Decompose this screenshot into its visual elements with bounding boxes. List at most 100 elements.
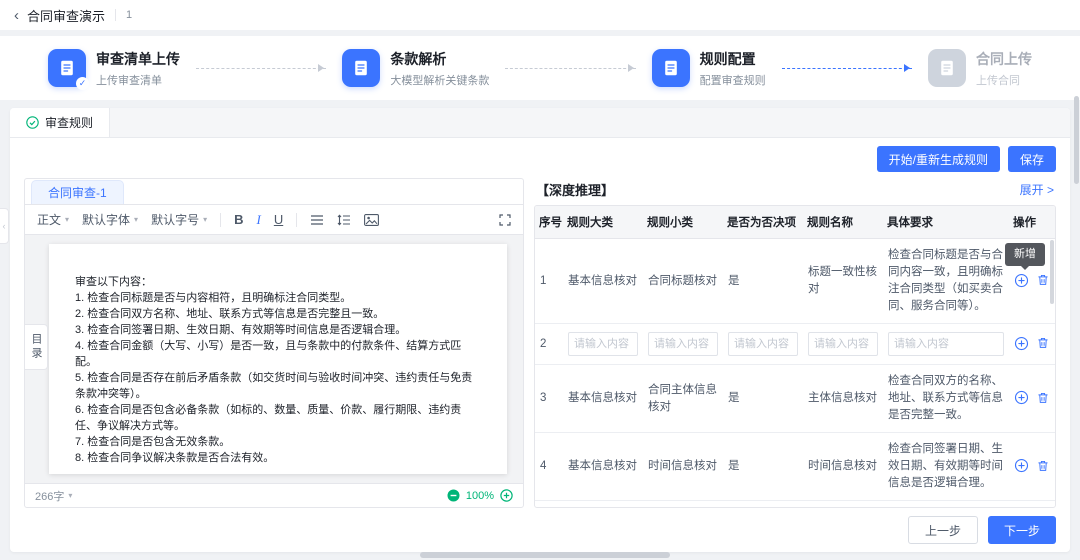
stepper: ✓审查清单上传上传审查清单条款解析大模型解析关键条款规则配置配置审查规则合同上传… (0, 36, 1080, 100)
add-rule-icon[interactable] (1014, 458, 1029, 473)
app-window: ‹ 合同审查演示 1 ✓审查清单上传上传审查清单条款解析大模型解析关键条款规则配… (0, 0, 1080, 560)
stepper-step-3[interactable]: 规则配置配置审查规则 (652, 49, 766, 88)
rule-cell: 时间信息核对 (643, 433, 723, 501)
editor-footer: 266字 ▾ 100% (25, 483, 523, 507)
add-rule-icon[interactable] (1014, 273, 1029, 288)
editor-tab-bar: 合同审查-1 (25, 179, 523, 205)
rule-cell: 条款内容审查 (563, 501, 643, 509)
delete-rule-icon[interactable] (1036, 459, 1050, 473)
rules-panel-header: 【深度推理】 展开 > (534, 178, 1056, 205)
rule-cell: 基本信息核对 (563, 433, 643, 501)
rules-col-header: 具体要求 (883, 206, 1009, 239)
previous-step-button[interactable]: 上一步 (908, 516, 978, 544)
rule-cell: 是 (723, 365, 803, 433)
stepper-step-1[interactable]: ✓审查清单上传上传审查清单 (48, 49, 180, 88)
rules-col-header: 规则大类 (563, 206, 643, 239)
table-scrollbar[interactable] (1050, 240, 1054, 304)
save-button[interactable]: 保存 (1008, 146, 1056, 172)
rule-input[interactable] (888, 332, 1004, 356)
doc-line: 1. 检查合同标题是否与内容相符，且明确标注合同类型。 (75, 290, 481, 306)
document-page[interactable]: 审查以下内容：1. 检查合同标题是否与内容相符，且明确标注合同类型。2. 检查合… (49, 244, 507, 474)
rules-col-header: 操作 (1009, 206, 1055, 239)
rule-input[interactable] (728, 332, 798, 356)
delete-rule-icon[interactable] (1036, 336, 1050, 350)
page-scrollbar-vertical[interactable] (1074, 96, 1079, 184)
step-desc: 上传审查清单 (96, 72, 180, 88)
rule-cell: 金额核对 (643, 501, 723, 509)
rule-cell: 检查合同金额（大写、小写）是否一致，且与条款中的付款条件、结 (883, 501, 1009, 509)
font-size-value: 默认字号 (151, 211, 199, 228)
rule-cell: 1 (535, 239, 563, 324)
rule-row: 3基本信息核对合同主体信息核对是主体信息核对检查合同双方的名称、地址、联系方式等… (535, 365, 1055, 433)
doc-line: 3. 检查合同签署日期、生效日期、有效期等时间信息是否逻辑合理。 (75, 322, 481, 338)
rule-cell: 4 (535, 433, 563, 501)
tab-review-rules[interactable]: 审查规则 (10, 108, 110, 137)
collapse-panel-handle[interactable]: ‹ (0, 208, 9, 244)
stepper-step-4[interactable]: 合同上传上传合同 (928, 49, 1032, 88)
editor-tab-contract-review-1[interactable]: 合同审查-1 (31, 180, 124, 204)
expand-link[interactable]: 展开 > (1020, 181, 1054, 198)
add-rule-icon[interactable] (1014, 390, 1029, 405)
generate-rules-button[interactable]: 开始/重新生成规则 (877, 146, 1000, 172)
back-icon[interactable]: ‹ (14, 8, 19, 23)
rule-cell: 新增 (1009, 239, 1055, 324)
page-title: 合同审查演示 (27, 6, 105, 25)
outline-toggle[interactable]: 目录 (25, 324, 48, 370)
rule-cell (723, 324, 803, 365)
stepper-step-2[interactable]: 条款解析大模型解析关键条款 (342, 49, 489, 88)
delete-rule-icon[interactable] (1036, 391, 1050, 405)
doc-content: 审查以下内容：1. 检查合同标题是否与内容相符，且明确标注合同类型。2. 检查合… (75, 274, 481, 466)
rules-tab-bar: 审查规则 (10, 108, 1070, 138)
fullscreen-icon[interactable] (499, 214, 511, 226)
top-bar: ‹ 合同审查演示 1 (0, 0, 1080, 30)
rule-row: 4基本信息核对时间信息核对是时间信息核对检查合同签署日期、生效日期、有效期等时间… (535, 433, 1055, 501)
step-title: 审查清单上传 (96, 49, 180, 69)
step-connector (782, 68, 912, 69)
next-step-button[interactable]: 下一步 (988, 516, 1056, 544)
doc-line: 5. 检查合同是否存在前后矛盾条款（如交货时间与验收时间冲突、违约责任与免责条款… (75, 370, 481, 402)
rule-cell (1009, 433, 1055, 501)
rule-input[interactable] (648, 332, 718, 356)
paragraph-style-select[interactable]: 正文 ▾ (37, 211, 69, 228)
zoom-level: 100% (466, 490, 494, 502)
tab-review-rules-label: 审查规则 (45, 114, 93, 131)
rules-table: 序号规则大类规则小类是否为否决项规则名称具体要求操作 1基本信息核对合同标题核对… (535, 206, 1055, 508)
rule-cell: 是 (723, 501, 803, 509)
doc-line: 8. 检查合同争议解决条款是否合法有效。 (75, 450, 481, 466)
rules-body: 1基本信息核对合同标题核对是标题一致性核对检查合同标题是否与合同内容一致，且明确… (535, 239, 1055, 509)
font-family-select[interactable]: 默认字体 ▾ (82, 211, 138, 228)
align-justify-icon[interactable] (310, 214, 324, 226)
delete-rule-icon[interactable] (1036, 273, 1050, 287)
add-rule-icon[interactable] (1014, 336, 1029, 351)
rules-col-header: 序号 (535, 206, 563, 239)
document-canvas: 目录 审查以下内容：1. 检查合同标题是否与内容相符，且明确标注合同类型。2. … (25, 235, 523, 483)
zoom-in-icon[interactable] (500, 489, 513, 502)
underline-icon[interactable]: U (274, 212, 283, 227)
title-divider (115, 9, 116, 21)
step-document-icon (342, 49, 380, 87)
rule-cell: 5 (535, 501, 563, 509)
rules-col-header: 规则名称 (803, 206, 883, 239)
rule-cell: 金额一致性核对 (803, 501, 883, 509)
word-count[interactable]: 266字 ▾ (35, 488, 72, 504)
italic-icon[interactable]: I (256, 212, 260, 228)
rule-row: 5条款内容审查金额核对是金额一致性核对检查合同金额（大写、小写）是否一致，且与条… (535, 501, 1055, 509)
step-desc: 大模型解析关键条款 (390, 72, 489, 88)
font-size-select[interactable]: 默认字号 ▾ (151, 211, 207, 228)
rule-cell: 合同标题核对 (643, 239, 723, 324)
line-spacing-icon[interactable] (337, 214, 351, 226)
rule-cell: 基本信息核对 (563, 365, 643, 433)
action-row: 开始/重新生成规则 保存 (10, 138, 1070, 178)
zoom-out-icon[interactable] (447, 489, 460, 502)
rule-cell: 检查合同签署日期、生效日期、有效期等时间信息是否逻辑合理。 (883, 433, 1009, 501)
rule-input[interactable] (568, 332, 638, 356)
rule-cell (1009, 324, 1055, 365)
page-scrollbar-horizontal[interactable] (420, 552, 670, 558)
rule-cell: 基本信息核对 (563, 239, 643, 324)
bold-icon[interactable]: B (234, 212, 243, 227)
paragraph-style-value: 正文 (37, 211, 61, 228)
rule-row: 1基本信息核对合同标题核对是标题一致性核对检查合同标题是否与合同内容一致，且明确… (535, 239, 1055, 324)
insert-image-icon[interactable] (364, 214, 379, 226)
toolbar-separator (220, 213, 221, 227)
rule-input[interactable] (808, 332, 878, 356)
